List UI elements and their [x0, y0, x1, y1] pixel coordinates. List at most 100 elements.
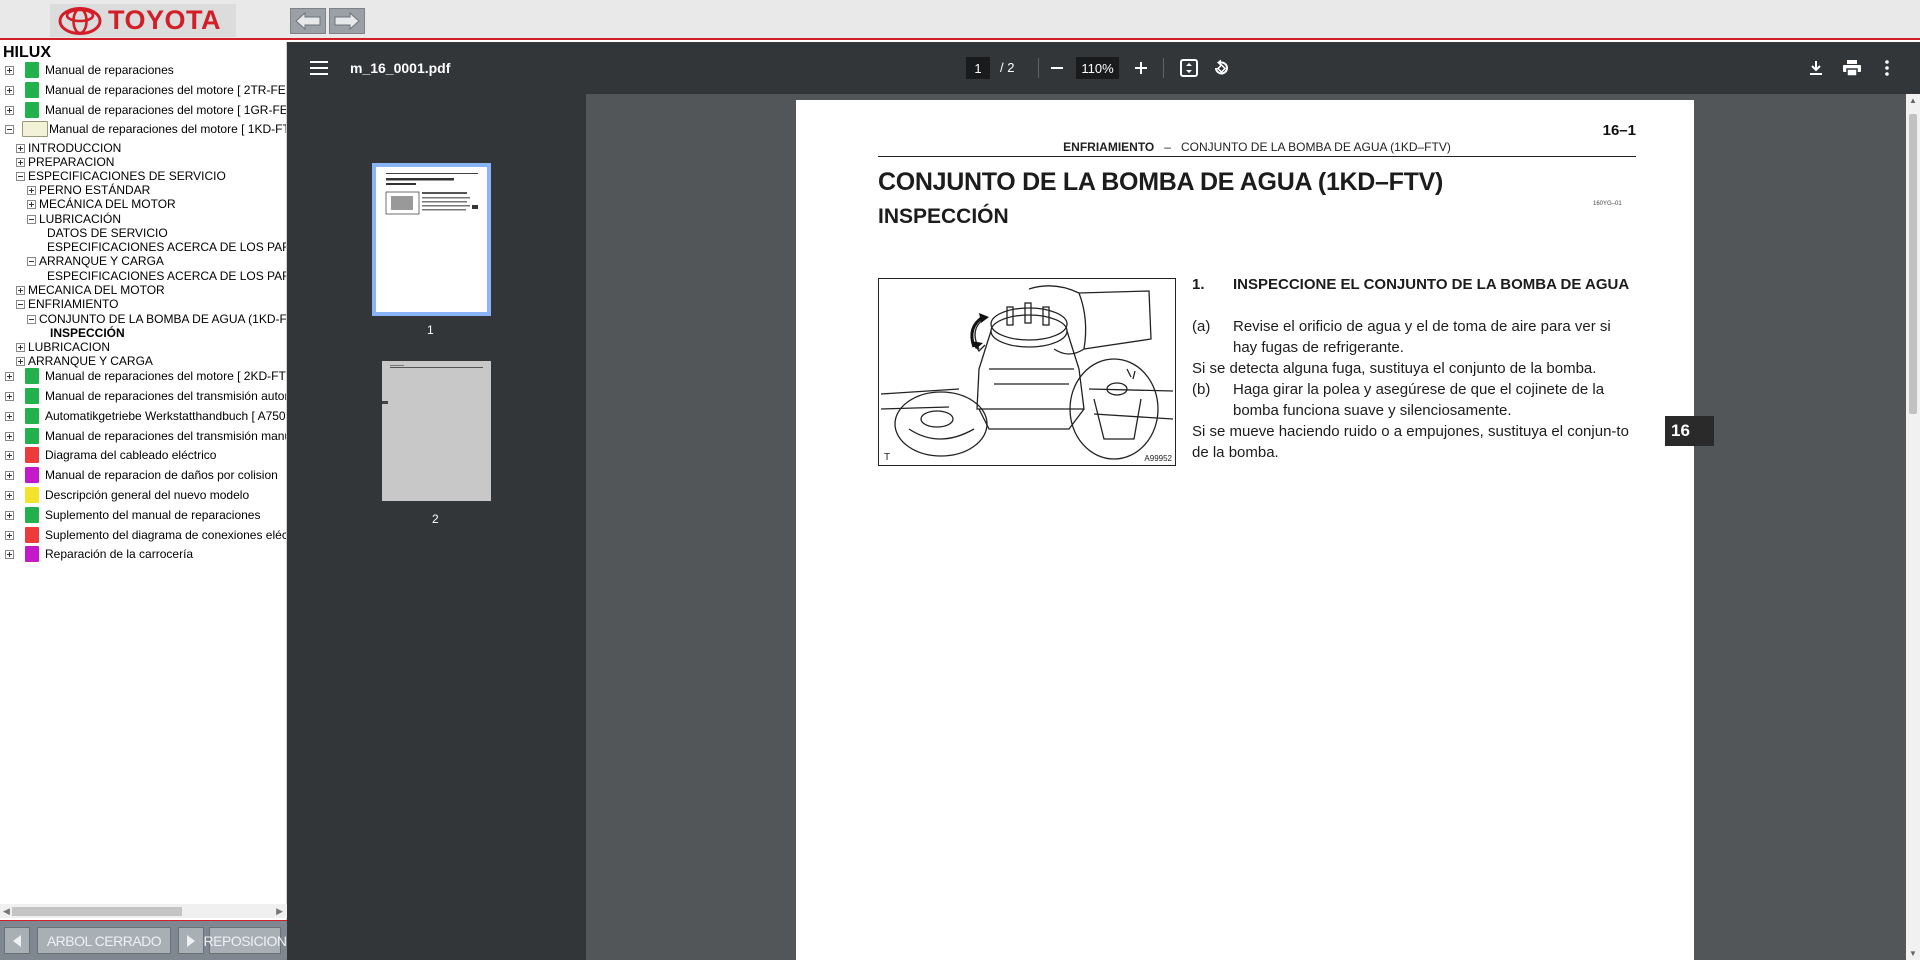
- collapse-toggle-icon[interactable]: [27, 214, 36, 224]
- expand-toggle-icon[interactable]: [27, 185, 36, 195]
- tree-horizontal-scrollbar[interactable]: ◀ ▶: [0, 904, 287, 918]
- print-button[interactable]: [1840, 56, 1864, 80]
- running-header: ENFRIAMIENTO – CONJUNTO DE LA BOMBA DE A…: [878, 140, 1636, 157]
- page-thumbnail-preview: [385, 173, 478, 215]
- water-pump-illustration: T A99952: [878, 278, 1176, 466]
- navigation-tree: HILUX Manual de reparaciones Manual de r…: [0, 42, 287, 920]
- expand-toggle-icon[interactable]: [16, 342, 25, 352]
- expand-toggle-icon[interactable]: [5, 490, 14, 500]
- green-book-icon: [25, 408, 39, 424]
- hamburger-menu-icon: [310, 61, 328, 75]
- expand-toggle-icon[interactable]: [16, 157, 25, 167]
- instruction-item: (a) Revise el orificio de agua y el de t…: [1192, 318, 1611, 356]
- expand-toggle-icon[interactable]: [5, 371, 14, 381]
- tree-item[interactable]: Diagrama del cableado eléctrico: [5, 446, 216, 464]
- thumbnail-sidebar: 1 2: [287, 94, 586, 960]
- expand-toggle-icon[interactable]: [5, 65, 14, 75]
- printer-icon: [1843, 60, 1861, 76]
- green-book-icon: [25, 428, 39, 444]
- tree-item[interactable]: Manual de reparaciones del transmisión m…: [5, 427, 286, 445]
- page-number-input[interactable]: 1: [966, 57, 990, 79]
- zoom-out-button[interactable]: [1045, 56, 1069, 80]
- scrollbar-thumb[interactable]: [1909, 114, 1917, 414]
- instruction-item: (b) Haga girar la polea y asegúrese de q…: [1192, 381, 1605, 419]
- reposition-button[interactable]: REPOSICION: [204, 927, 287, 954]
- page-thumbnail-selected[interactable]: [372, 163, 491, 316]
- pdf-toolbar: m_16_0001.pdf 1 / 2 110%: [287, 42, 1920, 94]
- forward-arrow-button[interactable]: [329, 8, 365, 34]
- arrow-right-icon: [334, 12, 360, 30]
- expand-toggle-icon[interactable]: [27, 199, 36, 209]
- tree-collapsed-button[interactable]: ARBOL CERRADO: [37, 927, 171, 954]
- rotate-counterclockwise-icon: [1215, 59, 1228, 75]
- back-arrow-button[interactable]: [290, 8, 326, 34]
- expand-toggle-icon[interactable]: [5, 450, 14, 460]
- rotate-button[interactable]: [1209, 56, 1233, 80]
- plus-icon: [1135, 62, 1147, 74]
- scrollbar-thumb[interactable]: [12, 907, 182, 916]
- toolbar-divider: [1163, 58, 1164, 78]
- tree-item[interactable]: Manual de reparaciones del motore [ 1GR-…: [5, 101, 286, 119]
- tree-bottom-bar: ARBOL CERRADO REPOSICION: [0, 920, 287, 960]
- tree-item[interactable]: Manual de reparaciones del motore [ 2KD-…: [5, 367, 286, 385]
- expand-toggle-icon[interactable]: [5, 470, 14, 480]
- collapse-toggle-icon[interactable]: [27, 256, 36, 266]
- thumbnail-label: 1: [427, 323, 434, 337]
- collapse-toggle-icon[interactable]: [16, 299, 25, 309]
- scroll-left-icon[interactable]: ◀: [3, 906, 10, 917]
- triangle-left-icon: [13, 934, 21, 947]
- expand-toggle-icon[interactable]: [5, 85, 14, 95]
- expand-toggle-icon[interactable]: [5, 391, 14, 401]
- page-number: 16–1: [1602, 122, 1636, 139]
- zoom-in-button[interactable]: [1129, 56, 1153, 80]
- vertical-dots-icon: [1885, 60, 1889, 76]
- page-thumbnail[interactable]: [382, 361, 491, 501]
- expand-toggle-icon[interactable]: [5, 530, 14, 540]
- pdf-page: 16–1 ENFRIAMIENTO – CONJUNTO DE LA BOMBA…: [796, 100, 1714, 960]
- tree-item[interactable]: Manual de reparacion de daños por colisi…: [5, 466, 278, 484]
- green-book-icon: [25, 388, 39, 404]
- expand-toggle-icon[interactable]: [5, 431, 14, 441]
- zoom-level-input[interactable]: 110%: [1076, 57, 1119, 79]
- green-book-icon: [25, 368, 39, 384]
- figure-corner-letter: T: [884, 452, 891, 463]
- figure-code: A99952: [1144, 454, 1172, 463]
- tree-item[interactable]: Reparación de la carrocería: [5, 545, 193, 563]
- menu-button[interactable]: [307, 56, 331, 80]
- expand-toggle-icon[interactable]: [5, 411, 14, 421]
- tree-item[interactable]: Manual de reparaciones: [5, 61, 174, 79]
- next-button[interactable]: [178, 927, 204, 954]
- previous-button[interactable]: [4, 927, 30, 954]
- page-total: / 2: [1000, 60, 1015, 75]
- download-button[interactable]: [1804, 56, 1828, 80]
- tree-item[interactable]: Manual de reparaciones del motore [ 2TR-…: [5, 81, 286, 99]
- expand-toggle-icon[interactable]: [16, 143, 25, 153]
- tree-item[interactable]: Automatikgetriebe Werkstatthandbuch [ A7…: [5, 407, 286, 425]
- tree-item[interactable]: Manual de reparaciones del transmisión a…: [5, 387, 286, 405]
- green-book-icon: [25, 82, 39, 98]
- green-book-icon: [25, 507, 39, 523]
- tree-item[interactable]: Suplemento del manual de reparaciones: [5, 506, 260, 524]
- toyota-emblem-icon: [58, 6, 102, 35]
- expand-toggle-icon[interactable]: [5, 549, 14, 559]
- expand-toggle-icon[interactable]: [5, 105, 14, 115]
- more-options-button[interactable]: [1875, 56, 1899, 80]
- collapse-toggle-icon[interactable]: [5, 124, 14, 134]
- tree-item[interactable]: Descripción general del nuevo modelo: [5, 486, 249, 504]
- expand-toggle-icon[interactable]: [16, 285, 25, 295]
- scroll-down-icon[interactable]: ▼: [1909, 949, 1917, 958]
- thumbnail-label: 2: [432, 512, 439, 526]
- document-vertical-scrollbar[interactable]: ▲ ▼: [1906, 94, 1920, 960]
- expand-toggle-icon[interactable]: [16, 356, 25, 366]
- expand-toggle-icon[interactable]: [5, 510, 14, 520]
- fit-page-button[interactable]: [1177, 56, 1201, 80]
- collapse-toggle-icon[interactable]: [27, 314, 36, 324]
- green-book-icon: [25, 62, 39, 78]
- collapse-toggle-icon[interactable]: [16, 171, 25, 181]
- red-book-icon: [25, 527, 39, 543]
- history-nav: [290, 8, 365, 34]
- scroll-right-icon[interactable]: ▶: [276, 906, 283, 917]
- tree-item[interactable]: Manual de reparaciones del motore [ 1KD-…: [5, 120, 286, 138]
- tree-item[interactable]: Suplemento del diagrama de conexiones el…: [5, 526, 286, 544]
- scroll-up-icon[interactable]: ▲: [1909, 96, 1917, 105]
